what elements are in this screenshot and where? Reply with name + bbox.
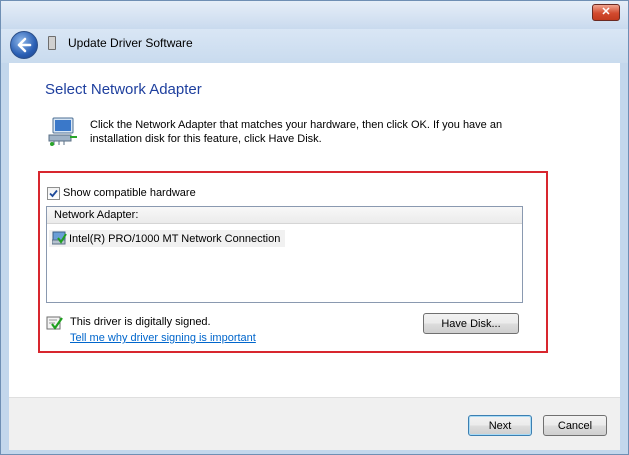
navigation-bar: Update Driver Software <box>1 29 628 63</box>
network-adapter-icon <box>52 231 67 245</box>
next-button[interactable]: Next <box>468 415 532 436</box>
window-title: Update Driver Software <box>68 36 193 50</box>
driver-signing-link[interactable]: Tell me why driver signing is important <box>70 332 256 344</box>
update-driver-window: ✕ Update Driver Software Select Network … <box>0 0 629 455</box>
adapter-listbox[interactable]: Network Adapter: Intel(R) PRO/1000 MT Ne… <box>46 206 523 303</box>
list-header[interactable]: Network Adapter: <box>47 207 522 224</box>
back-button[interactable] <box>10 31 38 59</box>
list-header-label: Network Adapter: <box>54 209 139 221</box>
close-button[interactable]: ✕ <box>592 4 620 21</box>
checkbox-label: Show compatible hardware <box>63 187 196 199</box>
close-icon: ✕ <box>601 6 611 18</box>
cancel-button[interactable]: Cancel <box>543 415 607 436</box>
network-adapter-icon <box>48 117 77 146</box>
button-bar: Next Cancel <box>9 397 620 450</box>
have-disk-button[interactable]: Have Disk... <box>423 313 519 334</box>
back-arrow-icon <box>17 37 32 53</box>
device-icon <box>48 36 56 50</box>
checkbox[interactable] <box>47 187 60 200</box>
signature-status: This driver is digitally signed. <box>70 316 211 328</box>
wizard-content: Select Network Adapter Click the Network… <box>9 63 620 397</box>
list-item-label: Intel(R) PRO/1000 MT Network Connection <box>69 233 281 245</box>
title-bar: ✕ <box>1 1 628 29</box>
page-heading: Select Network Adapter <box>45 81 202 98</box>
list-item[interactable]: Intel(R) PRO/1000 MT Network Connection <box>49 230 285 247</box>
signed-driver-icon <box>46 316 63 330</box>
checkmark-icon <box>49 189 58 198</box>
instructions-text: Click the Network Adapter that matches y… <box>90 119 503 145</box>
